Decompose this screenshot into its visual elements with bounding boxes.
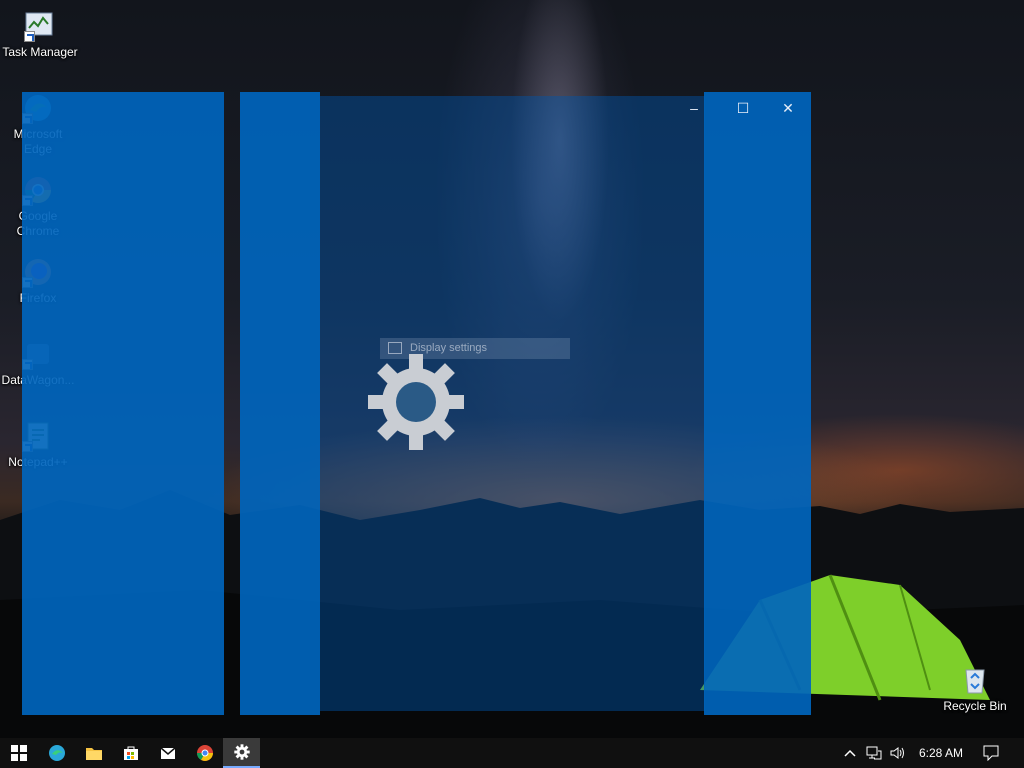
snap-overlay-center [240,92,320,715]
start-button[interactable] [0,738,37,768]
minimize-button[interactable]: – [671,96,717,120]
chrome-icon [196,745,213,761]
taskbar-edge-button[interactable] [38,738,75,768]
taskbar: 6:28 AM [0,738,1024,768]
close-button[interactable]: ✕ [765,96,811,120]
show-hidden-icons-button[interactable] [840,738,860,768]
taskbar-chrome-button[interactable] [186,738,223,768]
action-center-button[interactable] [978,738,1004,768]
desktop-icon-label: Recycle Bin [943,699,1007,713]
windows-logo-icon [10,745,27,761]
snap-overlay-left [22,92,224,715]
taskbar-store-button[interactable] [112,738,149,768]
network-icon [866,746,882,760]
gear-icon [368,354,464,450]
network-button[interactable] [863,738,885,768]
gear-icon [233,744,250,760]
store-icon [123,746,138,760]
chevron-up-icon [844,749,856,757]
clock[interactable]: 6:28 AM [912,738,970,768]
taskbar-settings-button[interactable] [223,738,260,768]
task-manager-icon [24,10,56,42]
taskbar-mail-button[interactable] [149,738,186,768]
mail-icon [160,747,175,759]
speaker-icon [890,747,904,759]
recycle-bin-icon [959,664,991,696]
desktop-icon-recycle-bin[interactable]: Recycle Bin [937,664,1013,714]
desktop-icon-task-manager[interactable]: Task Manager [2,10,78,60]
snap-overlay-right [704,92,811,715]
notification-icon [983,745,999,761]
maximize-button[interactable]: ☐ [720,96,766,120]
desktop-icon-label: Task Manager [2,45,78,59]
shortcut-arrow-icon [24,31,35,42]
taskbar-file-explorer-button[interactable] [75,738,112,768]
edge-icon [48,745,65,761]
folder-icon [85,748,102,760]
volume-button[interactable] [887,738,909,768]
